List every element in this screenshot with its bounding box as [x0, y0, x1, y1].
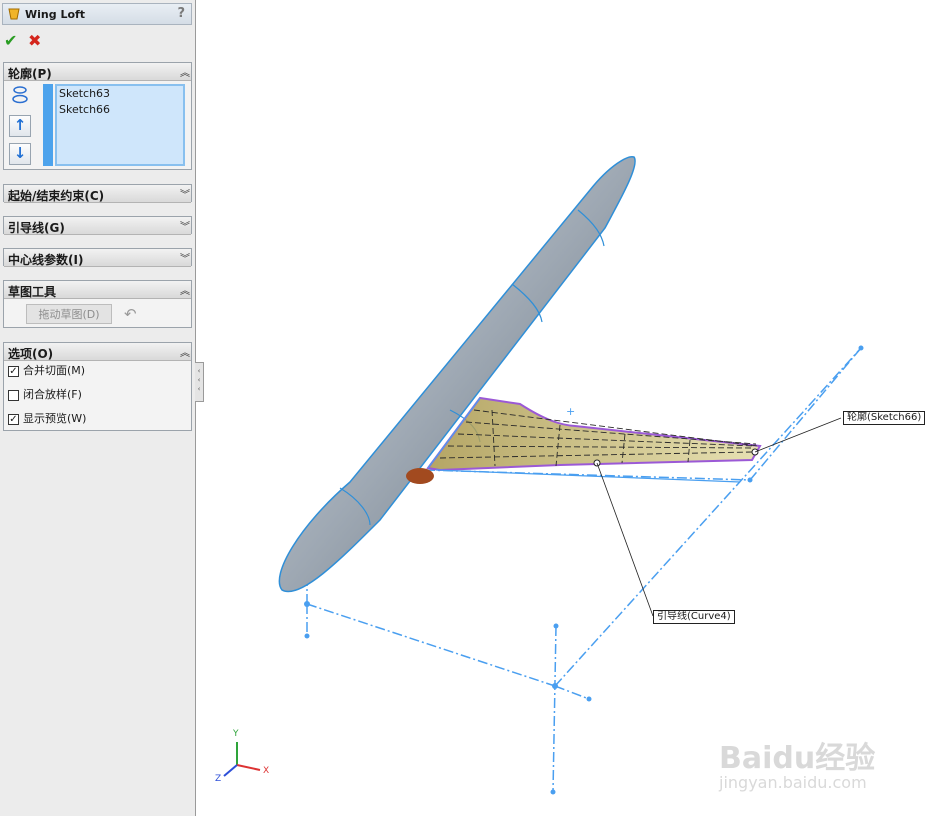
drag-sketch-button[interactable]: 拖动草图(D) — [26, 304, 112, 324]
fuselage-body[interactable] — [278, 156, 636, 593]
feature-title-bar: Wing Loft ? — [2, 3, 192, 25]
options-header[interactable]: 选项(O) ︽ — [4, 343, 191, 361]
graphics-viewport[interactable]: + 轮廓(Sketch66) 引导线(Curve4) Y X Z Baidu经验… — [197, 0, 938, 816]
expand-down-icon[interactable]: ︾ — [180, 218, 190, 233]
model-canvas: + — [223, 156, 864, 795]
profiles-listbox[interactable]: Sketch63 Sketch66 — [55, 84, 185, 166]
sketch-tools-header[interactable]: 草图工具 ︽ — [4, 281, 191, 299]
arrow-down-icon: ↓ — [13, 144, 27, 162]
start-end-label: 起始/结束约束(C) — [8, 189, 105, 203]
sketch-tools-label: 草图工具 — [8, 285, 57, 299]
list-item[interactable]: Sketch63 — [57, 86, 183, 102]
triad-y-label: Y — [233, 729, 239, 739]
profiles-group-label: 轮廓(P) — [8, 67, 52, 81]
show-preview-option[interactable]: ✓ 显示预览(W) — [8, 410, 86, 428]
close-loft-option[interactable]: 闭合放样(F) — [8, 386, 82, 404]
selection-indicator — [43, 84, 53, 166]
options-label: 选项(O) — [8, 347, 54, 361]
merge-faces-option[interactable]: ✓ 合并切面(M) — [8, 362, 85, 380]
svg-text:+: + — [566, 405, 575, 418]
checkbox-unchecked[interactable] — [8, 389, 19, 401]
property-manager: Wing Loft ? ✔ ✖ 轮廓(P) ︽ ↑ ↓ Sketch63 Sket… — [0, 0, 196, 816]
move-up-button[interactable]: ↑ — [9, 115, 31, 137]
options-group: 选项(O) ︽ ✓ 合并切面(M) 闭合放样(F) ✓ 显示预览(W) — [3, 342, 192, 431]
ok-button[interactable]: ✔ — [4, 31, 22, 50]
feature-title: Wing Loft — [25, 8, 86, 21]
profiles-group: 轮廓(P) ︽ ↑ ↓ Sketch63 Sketch66 — [3, 62, 192, 170]
guide-callout[interactable]: 引导线(Curve4) — [653, 610, 735, 624]
checkbox-checked[interactable]: ✓ — [8, 365, 19, 377]
centerline-group[interactable]: 中心线参数(I) ︾ — [3, 248, 192, 267]
centerline-header: 中心线参数(I) ︾ — [4, 249, 191, 267]
merge-faces-label: 合并切面(M) — [23, 364, 86, 377]
list-item[interactable]: Sketch66 — [57, 102, 183, 118]
watermark-url: jingyan.baidu.com — [719, 773, 867, 792]
profile-selection-icon — [10, 85, 30, 105]
triad-z-label: Z — [215, 774, 222, 784]
collapse-up-icon[interactable]: ︽ — [180, 344, 190, 359]
close-loft-label: 闭合放样(F) — [23, 388, 82, 401]
cancel-button[interactable]: ✖ — [28, 31, 46, 50]
guide-leader — [596, 462, 654, 617]
profile-callout[interactable]: 轮廓(Sketch66) — [843, 411, 926, 425]
expand-down-icon[interactable]: ︾ — [180, 186, 190, 201]
sketch-points[interactable] — [304, 345, 864, 795]
start-end-group[interactable]: 起始/结束约束(C) ︾ — [3, 184, 192, 203]
arrow-up-icon: ↑ — [13, 116, 27, 134]
triad-x-label: X — [263, 766, 270, 776]
sketch-curves[interactable] — [306, 347, 862, 793]
start-end-header: 起始/结束约束(C) ︾ — [4, 185, 191, 203]
ok-cancel-bar: ✔ ✖ — [4, 31, 52, 51]
show-preview-label: 显示预览(W) — [23, 412, 87, 425]
loft-feature-icon — [8, 8, 20, 20]
wing-loft-preview[interactable]: + — [426, 396, 762, 483]
move-down-button[interactable]: ↓ — [9, 143, 31, 165]
undo-sketch-icon[interactable]: ↶ — [124, 305, 137, 323]
guides-label: 引导线(G) — [8, 221, 65, 235]
checkbox-checked[interactable]: ✓ — [8, 413, 19, 425]
help-icon[interactable]: ? — [177, 6, 185, 21]
coordinate-triad — [223, 742, 261, 777]
collapse-up-icon[interactable]: ︽ — [180, 282, 190, 297]
profiles-group-header[interactable]: 轮廓(P) ︽ — [4, 63, 191, 81]
expand-down-icon[interactable]: ︾ — [180, 250, 190, 265]
collapse-up-icon[interactable]: ︽ — [180, 64, 190, 79]
guides-header: 引导线(G) ︾ — [4, 217, 191, 235]
sketch-tools-group: 草图工具 ︽ 拖动草图(D) ↶ — [3, 280, 192, 328]
guides-group[interactable]: 引导线(G) ︾ — [3, 216, 192, 235]
centerline-label: 中心线参数(I) — [8, 253, 84, 267]
watermark-brand: Baidu经验 — [719, 741, 876, 776]
